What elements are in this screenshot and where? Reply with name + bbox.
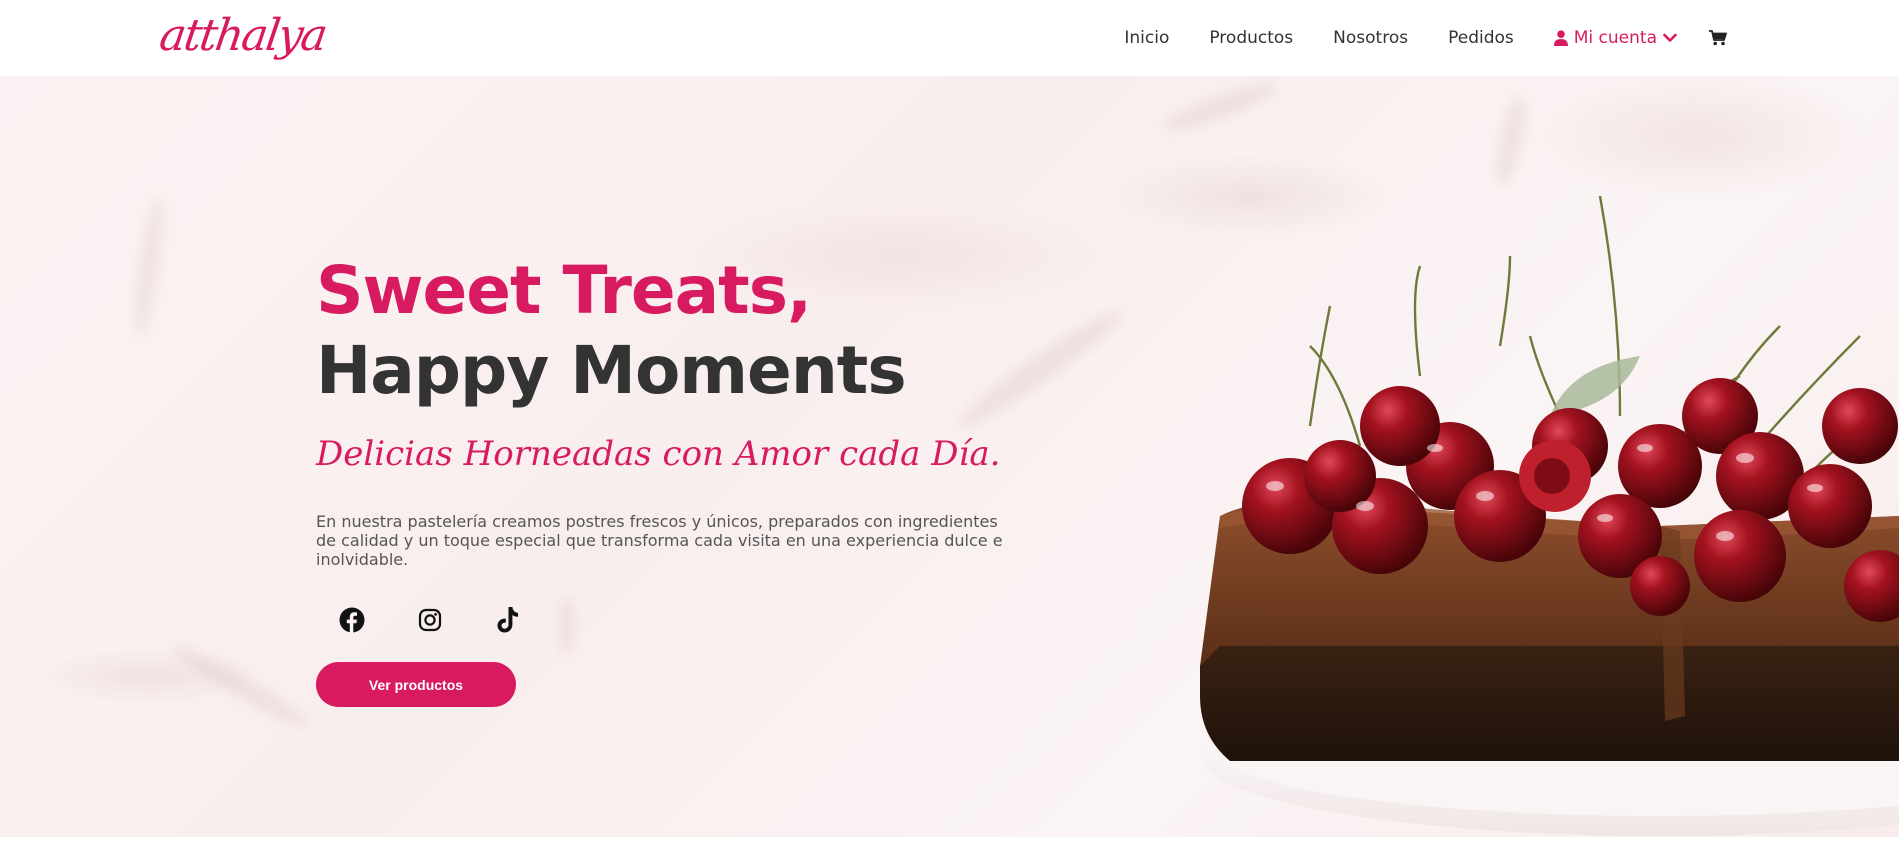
cake-image: [1100, 176, 1899, 837]
tiktok-icon: [497, 607, 518, 633]
facebook-icon: [339, 607, 365, 633]
account-label: Mi cuenta: [1573, 28, 1657, 48]
instagram-link[interactable]: [416, 606, 444, 634]
nav-link-pedidos[interactable]: Pedidos: [1448, 28, 1514, 48]
nav-link-nosotros[interactable]: Nosotros: [1333, 28, 1408, 48]
marble-streak: [560, 596, 574, 656]
nav-link-productos[interactable]: Productos: [1209, 28, 1293, 48]
cart-button[interactable]: [1709, 30, 1727, 46]
brand-logo[interactable]: atthalya: [156, 10, 328, 61]
marble-streak: [1159, 76, 1281, 138]
nav-links: Inicio Productos Nosotros Pedidos Mi cue…: [1084, 0, 1727, 76]
chevron-down-icon: [1663, 33, 1677, 42]
view-products-button[interactable]: Ver productos: [316, 662, 516, 707]
user-icon: [1553, 30, 1568, 46]
navbar: atthalya Inicio Productos Nosotros Pedid…: [0, 0, 1899, 76]
page-bottom-divider: [0, 837, 1899, 856]
marble-streak: [1490, 94, 1532, 188]
marble-streak: [165, 637, 315, 735]
cake-illustration: [1200, 195, 1899, 836]
nav-link-inicio[interactable]: Inicio: [1124, 28, 1169, 48]
hero-tagline: Delicias Horneadas con Amor cada Día.: [316, 434, 1001, 474]
hero-section: Sweet Treats, Happy Moments Delicias Hor…: [0, 76, 1899, 837]
tiktok-link[interactable]: [494, 606, 522, 634]
marble-streak: [130, 195, 168, 337]
instagram-icon: [418, 608, 442, 632]
facebook-link[interactable]: [338, 606, 366, 634]
hero-title-line1: Sweet Treats,: [316, 252, 812, 329]
cart-icon: [1709, 30, 1727, 46]
social-links: [338, 606, 522, 634]
account-menu[interactable]: Mi cuenta: [1553, 28, 1677, 48]
hero-title-line2: Happy Moments: [316, 332, 907, 409]
hero-description: En nuestra pastelería creamos postres fr…: [316, 512, 1003, 569]
